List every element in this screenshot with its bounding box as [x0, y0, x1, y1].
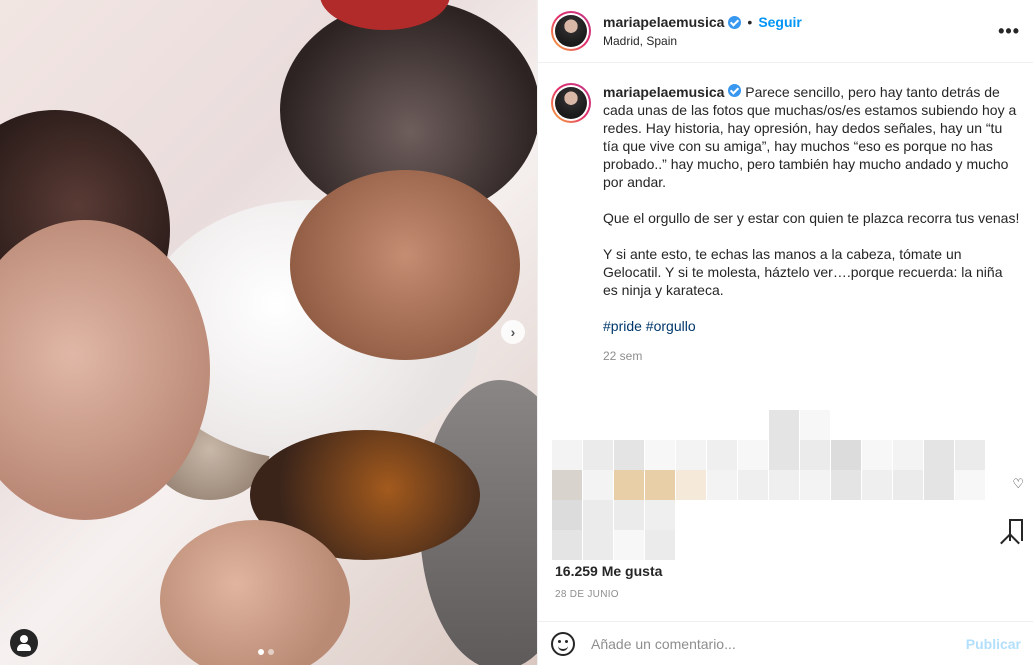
comment-bar: Publicar: [538, 621, 1033, 665]
instagram-post-view: › mariapelaemusica • Seguir Madrid, Spai…: [0, 0, 1033, 665]
pixel-cell: [955, 470, 985, 500]
caption-paragraph: mariapelaemusica Parece sencillo, pero h…: [603, 83, 1020, 191]
pixel-cell: [583, 440, 613, 470]
caption-paragraph: Que el orgullo de ser y estar con quien …: [603, 210, 1020, 226]
caption-username-link[interactable]: mariapelaemusica: [603, 84, 724, 100]
save-bookmark-icon[interactable]: [1009, 519, 1023, 541]
publish-button[interactable]: Publicar: [966, 636, 1021, 652]
pixel-cell: [769, 440, 799, 470]
follow-button[interactable]: Seguir: [758, 14, 802, 30]
tagged-users-icon[interactable]: [10, 629, 38, 657]
avatar-image: [555, 15, 587, 47]
pixel-cell: [831, 440, 861, 470]
pixel-cell: [645, 530, 675, 560]
pixel-cell: [800, 410, 830, 440]
pixel-cell: [645, 470, 675, 500]
pixel-cell: [738, 470, 768, 500]
pixel-cell: [707, 470, 737, 500]
pixel-cell: [552, 470, 582, 500]
pixel-cell: [614, 530, 644, 560]
pixel-cell: [552, 440, 582, 470]
carousel-indicator: [258, 649, 274, 655]
post-date[interactable]: 28 DE JUNIO: [555, 589, 619, 600]
pixel-cell: [614, 500, 644, 530]
post-sidebar: mariapelaemusica • Seguir Madrid, Spain …: [537, 0, 1033, 665]
avatar-image: [555, 87, 587, 119]
post-header: mariapelaemusica • Seguir Madrid, Spain …: [538, 0, 1033, 63]
pixel-cell: [738, 440, 768, 470]
pixel-cell: [583, 470, 613, 500]
comment-input[interactable]: [591, 635, 966, 652]
pixel-cell: [583, 500, 613, 530]
photo-region-face-right: [290, 170, 520, 360]
pixel-cell: [955, 440, 985, 470]
caption-paragraph: Y si ante esto, te echas las manos a la …: [603, 246, 1003, 298]
carousel-dot: [268, 649, 274, 655]
like-icon[interactable]: ♡: [1012, 476, 1024, 492]
carousel-dot-active: [258, 649, 264, 655]
pixel-cell: [862, 470, 892, 500]
caption-block: mariapelaemusica Parece sencillo, pero h…: [538, 63, 1033, 365]
pixel-cell: [924, 440, 954, 470]
pixel-cell: [769, 470, 799, 500]
pixel-cell: [769, 410, 799, 440]
pixel-cell: [614, 440, 644, 470]
pixel-cell: [893, 470, 923, 500]
username-link[interactable]: mariapelaemusica: [603, 14, 724, 30]
separator-dot: •: [747, 14, 753, 30]
verified-badge-icon: [728, 15, 742, 29]
hashtag-links[interactable]: #pride #orgullo: [603, 317, 1020, 335]
location-link[interactable]: Madrid, Spain: [603, 34, 998, 48]
verified-badge-icon: [728, 84, 742, 97]
pixel-cell: [645, 500, 675, 530]
post-photo[interactable]: ›: [0, 0, 537, 665]
header-info: mariapelaemusica • Seguir Madrid, Spain: [603, 14, 998, 48]
pixel-cell: [552, 500, 582, 530]
pixel-cell: [645, 440, 675, 470]
avatar[interactable]: [551, 11, 591, 51]
likes-count[interactable]: 16.259 Me gusta: [555, 563, 662, 579]
caption-avatar[interactable]: [551, 83, 591, 123]
next-photo-button[interactable]: ›: [501, 320, 525, 344]
pixel-cell: [831, 470, 861, 500]
pixelated-region: [552, 410, 1022, 560]
pixel-cell: [800, 440, 830, 470]
pixel-cell: [862, 440, 892, 470]
more-options-icon[interactable]: •••: [998, 21, 1020, 42]
caption-text: mariapelaemusica Parece sencillo, pero h…: [603, 83, 1020, 365]
pixel-cell: [676, 470, 706, 500]
emoji-icon[interactable]: [551, 631, 575, 656]
pixel-cell: [583, 530, 613, 560]
caption-timestamp: 22 sem: [603, 349, 643, 363]
pixel-cell: [924, 470, 954, 500]
pixel-cell: [893, 440, 923, 470]
pixel-cell: [707, 440, 737, 470]
pixel-cell: [676, 440, 706, 470]
pixel-cell: [614, 470, 644, 500]
pixel-cell: [800, 470, 830, 500]
pixel-cell: [552, 530, 582, 560]
